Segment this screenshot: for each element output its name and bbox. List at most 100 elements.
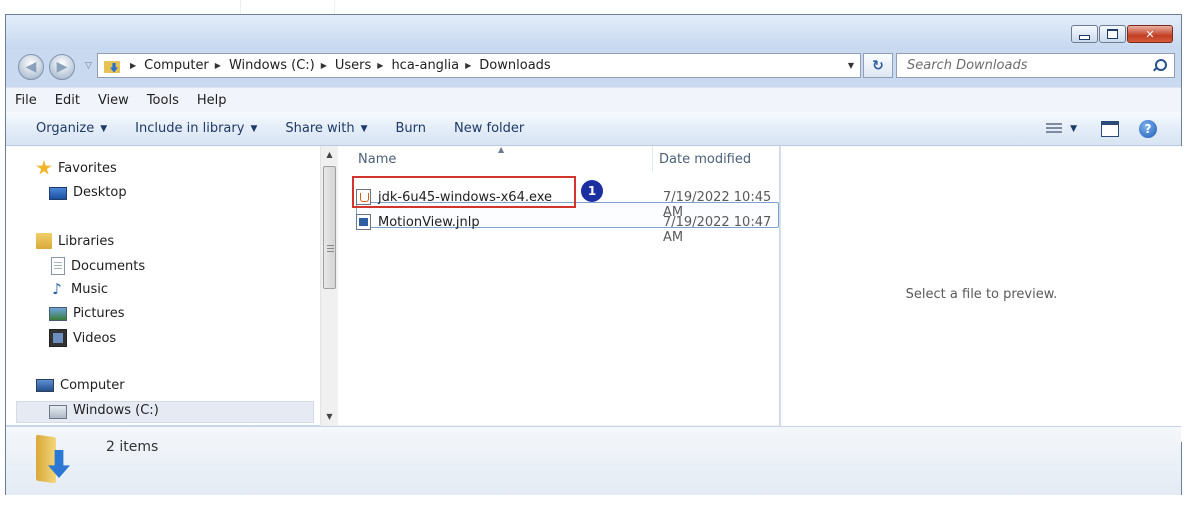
nav-documents-label: Documents [71, 258, 146, 274]
refresh-button[interactable]: ↻ [863, 53, 893, 78]
share-with-button[interactable]: Share with ▼ [275, 121, 377, 136]
menu-file[interactable]: File [6, 93, 46, 108]
breadcrumb-separator-icon[interactable]: ▶ [130, 61, 136, 70]
libraries-icon [36, 233, 52, 249]
menu-view[interactable]: View [89, 93, 138, 108]
nav-favorites[interactable]: Favorites [36, 160, 117, 176]
music-icon: ♪ [52, 280, 62, 298]
menu-edit[interactable]: Edit [46, 93, 89, 108]
breadcrumb-hca-anglia[interactable]: hca-anglia [391, 58, 459, 73]
address-bar[interactable]: ▶ Computer ▶ Windows (C:) ▶ Users ▶ hca-… [97, 53, 861, 78]
preview-pane-icon[interactable] [1101, 120, 1119, 137]
nav-videos[interactable]: Videos [49, 329, 116, 347]
nav-windows-drive-label: Windows (C:) [73, 403, 159, 418]
file-row[interactable]: MotionView.jnlp [356, 210, 480, 234]
computer-icon [36, 379, 54, 392]
forward-button[interactable]: ▶ [49, 54, 75, 80]
nav-vertical-scrollbar[interactable]: ▲ ▼ [320, 146, 338, 425]
command-bar: Organize ▼ Include in library ▼ Share with… [6, 112, 1181, 146]
preview-placeholder: Select a file to preview. [905, 287, 1058, 302]
scroll-down-icon[interactable]: ▼ [321, 408, 338, 425]
maximize-button[interactable] [1099, 25, 1126, 43]
recent-pages-dropdown[interactable]: ▽ [85, 61, 92, 71]
back-button[interactable]: ◀ [18, 54, 44, 80]
search-box [896, 53, 1175, 78]
forward-arrow-icon: ▶ [56, 59, 68, 75]
details-pane: 2 items [6, 426, 1181, 495]
file-date: 7/19/2022 10:47 AM [663, 215, 772, 245]
downloads-folder-icon [36, 434, 74, 484]
preview-pane: Select a file to preview. [780, 146, 1182, 442]
breadcrumb-separator-icon[interactable]: ▶ [321, 61, 327, 70]
breadcrumb-separator-icon[interactable]: ▶ [465, 61, 471, 70]
organize-label: Organize [36, 121, 95, 136]
maximize-icon [1107, 29, 1118, 39]
menu-bar: File Edit View Tools Help [6, 87, 1181, 112]
search-icon[interactable] [1152, 59, 1167, 73]
nav-computer[interactable]: Computer [36, 378, 125, 393]
change-view-button[interactable]: ▼ [1046, 122, 1077, 135]
share-with-label: Share with [285, 121, 355, 136]
explorer-window: ✕ ◀ ▶ ▽ ▶ Computer ▶ Windows (C:) ▶ User… [5, 14, 1182, 495]
documents-icon [51, 257, 65, 275]
column-divider [652, 146, 653, 172]
close-button[interactable]: ✕ [1127, 25, 1173, 43]
column-header-name[interactable]: Name [358, 146, 396, 172]
nav-documents[interactable]: Documents [51, 257, 145, 275]
star-icon [36, 160, 52, 175]
close-icon: ✕ [1145, 27, 1155, 41]
chevron-down-icon: ▼ [100, 123, 108, 134]
back-arrow-icon: ◀ [25, 59, 37, 75]
background-line [240, 0, 241, 14]
videos-icon [49, 329, 67, 347]
minimize-icon [1079, 34, 1090, 40]
breadcrumb-downloads[interactable]: Downloads [479, 58, 550, 73]
nav-libraries[interactable]: Libraries [36, 233, 114, 249]
title-bar: ✕ [6, 15, 1181, 49]
annotation-highlight-box [352, 176, 576, 208]
annotation-step-badge: 1 [581, 180, 603, 202]
nav-libraries-label: Libraries [58, 233, 115, 249]
downloads-folder-icon [104, 59, 120, 73]
organize-button[interactable]: Organize ▼ [26, 121, 117, 136]
background-line [334, 0, 335, 14]
drive-icon [49, 405, 67, 419]
pictures-icon [49, 307, 67, 321]
chevron-down-icon: ▼ [1070, 123, 1077, 134]
breadcrumb-separator-icon[interactable]: ▶ [377, 61, 383, 70]
breadcrumb-users[interactable]: Users [335, 58, 371, 73]
nav-computer-label: Computer [60, 378, 125, 393]
search-input[interactable] [905, 57, 1149, 74]
chevron-down-icon: ▼ [360, 123, 368, 134]
include-in-library-button[interactable]: Include in library ▼ [125, 121, 267, 136]
column-header-date-modified[interactable]: Date modified [659, 146, 751, 172]
menu-help[interactable]: Help [188, 93, 236, 108]
address-row: ◀ ▶ ▽ ▶ Computer ▶ Windows (C:) ▶ Users … [6, 51, 1181, 83]
help-icon[interactable]: ? [1139, 119, 1157, 138]
desktop-icon [49, 187, 67, 200]
chevron-down-icon: ▼ [250, 123, 258, 134]
minimize-button[interactable] [1071, 25, 1098, 43]
nav-music[interactable]: ♪ Music [49, 281, 108, 297]
nav-desktop-label: Desktop [73, 185, 127, 200]
nav-videos-label: Videos [73, 330, 117, 346]
address-dropdown-icon[interactable]: ▼ [848, 61, 854, 70]
nav-music-label: Music [71, 281, 108, 297]
nav-desktop[interactable]: Desktop [49, 185, 127, 200]
breadcrumb-computer[interactable]: Computer [144, 58, 209, 73]
menu-tools[interactable]: Tools [138, 93, 188, 108]
nav-favorites-label: Favorites [58, 160, 117, 176]
navigation-pane: Favorites Desktop Libraries Documents ♪ M… [6, 146, 320, 425]
scroll-up-icon[interactable]: ▲ [321, 146, 338, 163]
new-folder-button[interactable]: New folder [444, 121, 534, 136]
file-name: MotionView.jnlp [378, 214, 480, 230]
nav-windows-drive[interactable]: Windows (C:) [49, 402, 159, 419]
breadcrumb: ▶ Computer ▶ Windows (C:) ▶ Users ▶ hca-… [124, 58, 551, 73]
sort-ascending-icon: ▲ [498, 145, 505, 154]
scroll-thumb[interactable] [323, 166, 336, 289]
nav-pictures[interactable]: Pictures [49, 305, 124, 321]
include-in-library-label: Include in library [135, 121, 245, 136]
breadcrumb-windows-c[interactable]: Windows (C:) [229, 58, 315, 73]
breadcrumb-separator-icon[interactable]: ▶ [215, 61, 221, 70]
burn-button[interactable]: Burn [386, 121, 437, 136]
